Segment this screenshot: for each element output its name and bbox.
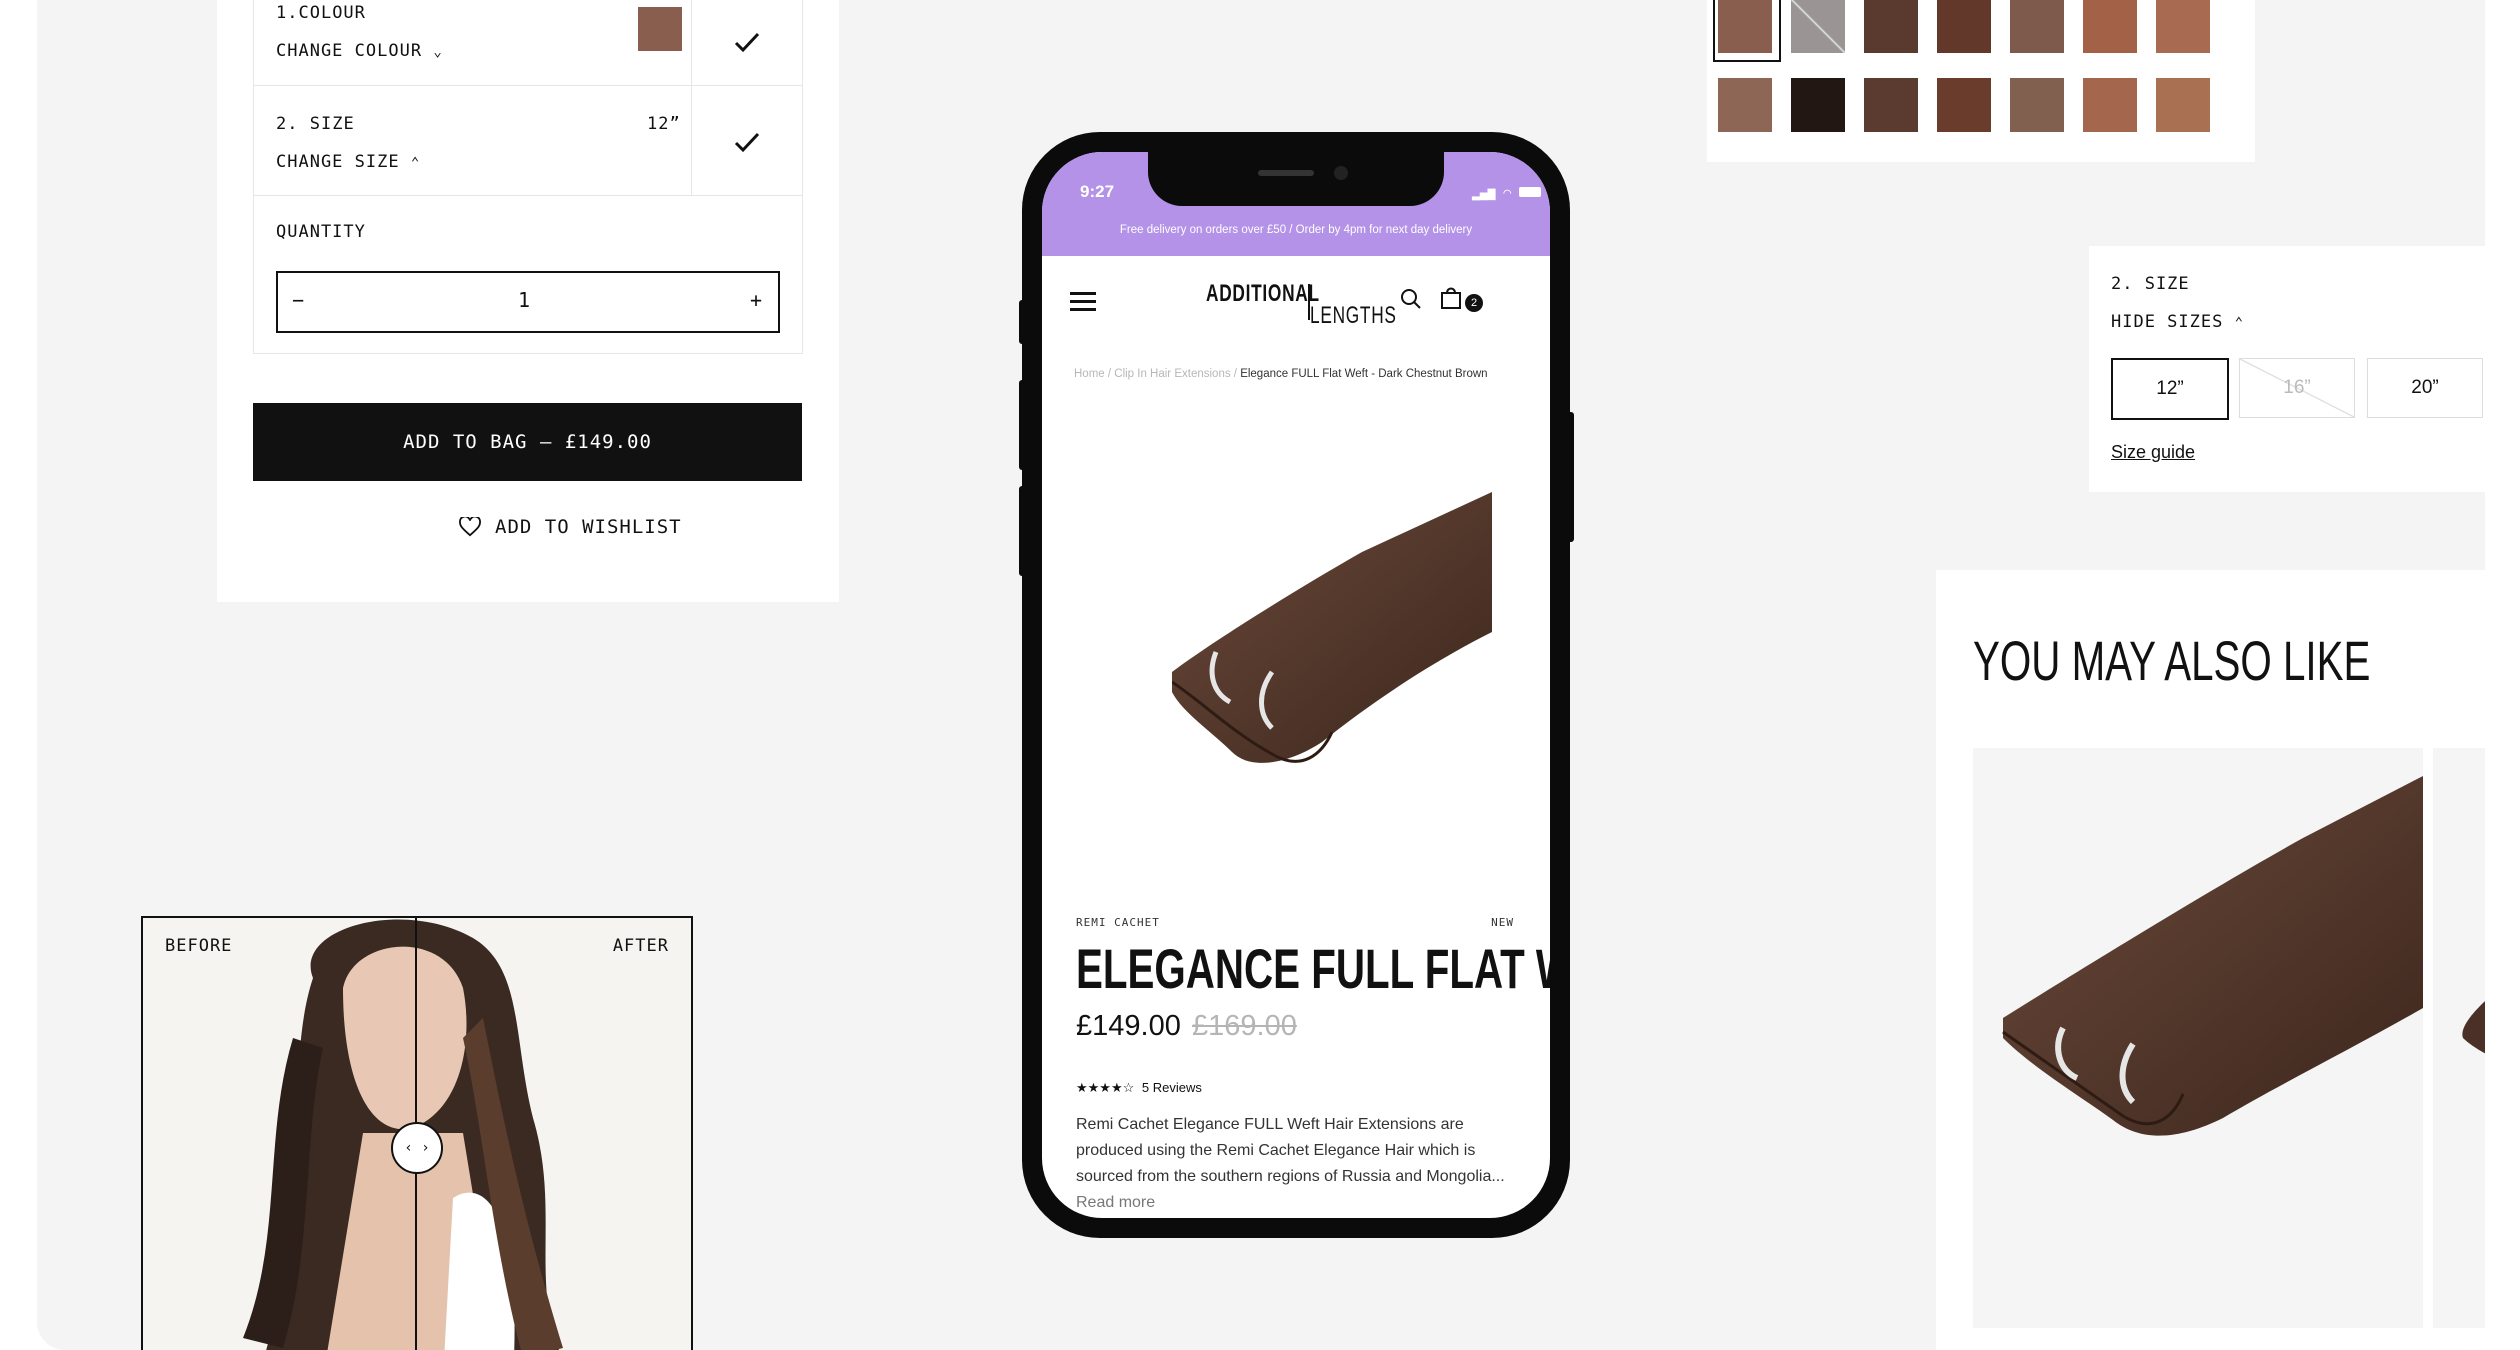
recommendations-heading-wrap: YOU MAY ALSO LIKE: [1973, 628, 2485, 692]
wifi-icon: ◠: [1503, 186, 1512, 201]
size-step[interactable]: 2. SIZE 12” CHANGE SIZE ⌃: [253, 85, 803, 198]
selected-colour-swatch: [638, 7, 682, 51]
recommendations-section: YOU MAY ALSO LIKE: [1936, 570, 2485, 1350]
breadcrumb-current: Elegance FULL Flat Weft - Dark Chestnut …: [1240, 368, 1488, 380]
colour-swatch[interactable]: [1791, 0, 1845, 53]
colour-swatch[interactable]: [1937, 0, 1991, 53]
colour-swatch-grid: [1707, 0, 2255, 162]
phone-screen: 9:27 ▂▄▆ ◠ Free delivery on orders over …: [1042, 152, 1550, 1218]
colour-swatch[interactable]: [2156, 0, 2210, 53]
colour-swatch[interactable]: [2010, 78, 2064, 132]
new-badge: NEW: [1491, 916, 1514, 929]
breadcrumb: Home / Clip In Hair Extensions / Eleganc…: [1074, 364, 1514, 384]
signal-icon: ▂▄▆: [1472, 186, 1496, 201]
quantity-section: QUANTITY − 1 +: [253, 195, 803, 354]
quantity-value[interactable]: 1: [518, 288, 531, 312]
before-after-slider[interactable]: ‹ › BEFORE AFTER: [141, 916, 693, 1350]
product-image: [1172, 492, 1492, 763]
search-icon[interactable]: [1400, 288, 1422, 314]
size-option-16-unavailable[interactable]: 16”: [2239, 358, 2355, 418]
product-configurator: 1.COLOUR CHANGE COLOUR ⌄ 2. SIZE 12” CHA…: [217, 0, 839, 602]
colour-swatch[interactable]: [1864, 78, 1918, 132]
colour-swatch[interactable]: [1718, 0, 1772, 53]
change-colour-toggle[interactable]: CHANGE COLOUR ⌄: [276, 41, 443, 61]
cart-count-badge: 2: [1465, 294, 1483, 312]
promo-banner: Free delivery on orders over £50 / Order…: [1119, 224, 1473, 236]
quantity-label: QUANTITY: [276, 222, 366, 242]
before-label: BEFORE: [165, 936, 233, 956]
size-guide-link[interactable]: Size guide: [2111, 442, 2195, 463]
product-brand: REMI CACHET: [1076, 916, 1160, 929]
decrease-quantity-button[interactable]: −: [292, 288, 305, 312]
bag-icon[interactable]: [1440, 286, 1462, 314]
colour-swatch[interactable]: [2083, 78, 2137, 132]
status-time: 9:27: [1080, 182, 1115, 201]
size-option-12[interactable]: 12”: [2111, 358, 2229, 420]
phone-mockup: 9:27 ▂▄▆ ◠ Free delivery on orders over …: [1022, 132, 1570, 1238]
recommended-product-image: [2002, 776, 2423, 1136]
colour-swatch[interactable]: [1791, 78, 1845, 132]
colour-swatch[interactable]: [2010, 0, 2064, 53]
add-to-bag-button[interactable]: ADD TO BAG — £149.00: [253, 403, 802, 481]
wishlist-label: ADD TO WISHLIST: [495, 516, 682, 538]
chevron-up-icon: ⌃: [2234, 315, 2245, 331]
breadcrumb-links[interactable]: Home / Clip In Hair Extensions /: [1074, 368, 1237, 380]
check-icon: [691, 86, 802, 197]
add-to-wishlist-button[interactable]: ADD TO WISHLIST: [459, 516, 682, 538]
chevron-up-icon: ⌃: [410, 155, 421, 171]
size-selector-panel: 2. SIZE HIDE SIZES ⌃ 12” 16” 20” Size gu…: [2089, 246, 2485, 492]
read-more-link[interactable]: Read more: [1076, 1194, 1155, 1211]
selected-size-value: 12”: [647, 114, 681, 134]
change-size-toggle[interactable]: CHANGE SIZE ⌃: [276, 152, 420, 172]
size-step-label: 2. SIZE: [2111, 274, 2190, 294]
old-price: £169.00: [1192, 1010, 1297, 1042]
after-label: AFTER: [612, 936, 669, 956]
showcase-canvas: 1.COLOUR CHANGE COLOUR ⌄ 2. SIZE 12” CHA…: [37, 0, 2485, 1350]
colour-swatch[interactable]: [1864, 0, 1918, 53]
status-icons: ▂▄▆ ◠: [1472, 186, 1541, 201]
battery-icon: [1518, 187, 1541, 197]
colour-swatch[interactable]: [2083, 0, 2137, 53]
colour-step[interactable]: 1.COLOUR CHANGE COLOUR ⌄: [253, 0, 803, 86]
arrows-horizontal-icon: ‹ ›: [404, 1140, 430, 1156]
rating[interactable]: ★★★★☆ 5 Reviews: [1076, 1080, 1202, 1096]
check-icon: [691, 0, 802, 85]
colour-swatch[interactable]: [1718, 78, 1772, 132]
hide-sizes-toggle[interactable]: HIDE SIZES ⌃: [2111, 312, 2244, 332]
colour-swatch[interactable]: [2156, 78, 2210, 132]
brand-logo[interactable]: ADDITIONAL LENGTHS: [1206, 280, 1396, 330]
recommendations-heading: YOU MAY ALSO LIKE: [1973, 629, 2371, 692]
product-title: ELEGANCE FULL FLAT WEFT: [1076, 937, 1550, 1000]
product-description: Remi Cachet Elegance FULL Weft Hair Exte…: [1076, 1116, 1505, 1211]
slider-handle[interactable]: ‹ ›: [391, 1122, 443, 1174]
size-step-title: 2. SIZE: [276, 114, 355, 134]
increase-quantity-button[interactable]: +: [750, 288, 763, 312]
phone-notch: [1148, 152, 1444, 206]
menu-icon[interactable]: [1070, 292, 1096, 311]
heart-icon: [459, 517, 481, 537]
size-option-20[interactable]: 20”: [2367, 358, 2483, 418]
star-rating-icon: ★★★★☆: [1076, 1080, 1135, 1095]
product-title-wrap: ELEGANCE FULL FLAT WEFT: [1076, 936, 1550, 1000]
recommended-product-card[interactable]: [1973, 748, 2423, 1328]
recommended-product-card-next[interactable]: [2433, 748, 2485, 1328]
colour-step-title: 1.COLOUR: [276, 3, 366, 23]
chevron-down-icon: ⌄: [433, 44, 443, 60]
colour-swatch[interactable]: [1937, 78, 1991, 132]
quantity-stepper[interactable]: − 1 +: [276, 271, 780, 333]
reviews-count[interactable]: 5 Reviews: [1142, 1080, 1202, 1095]
product-price: £149.00: [1076, 1010, 1181, 1042]
